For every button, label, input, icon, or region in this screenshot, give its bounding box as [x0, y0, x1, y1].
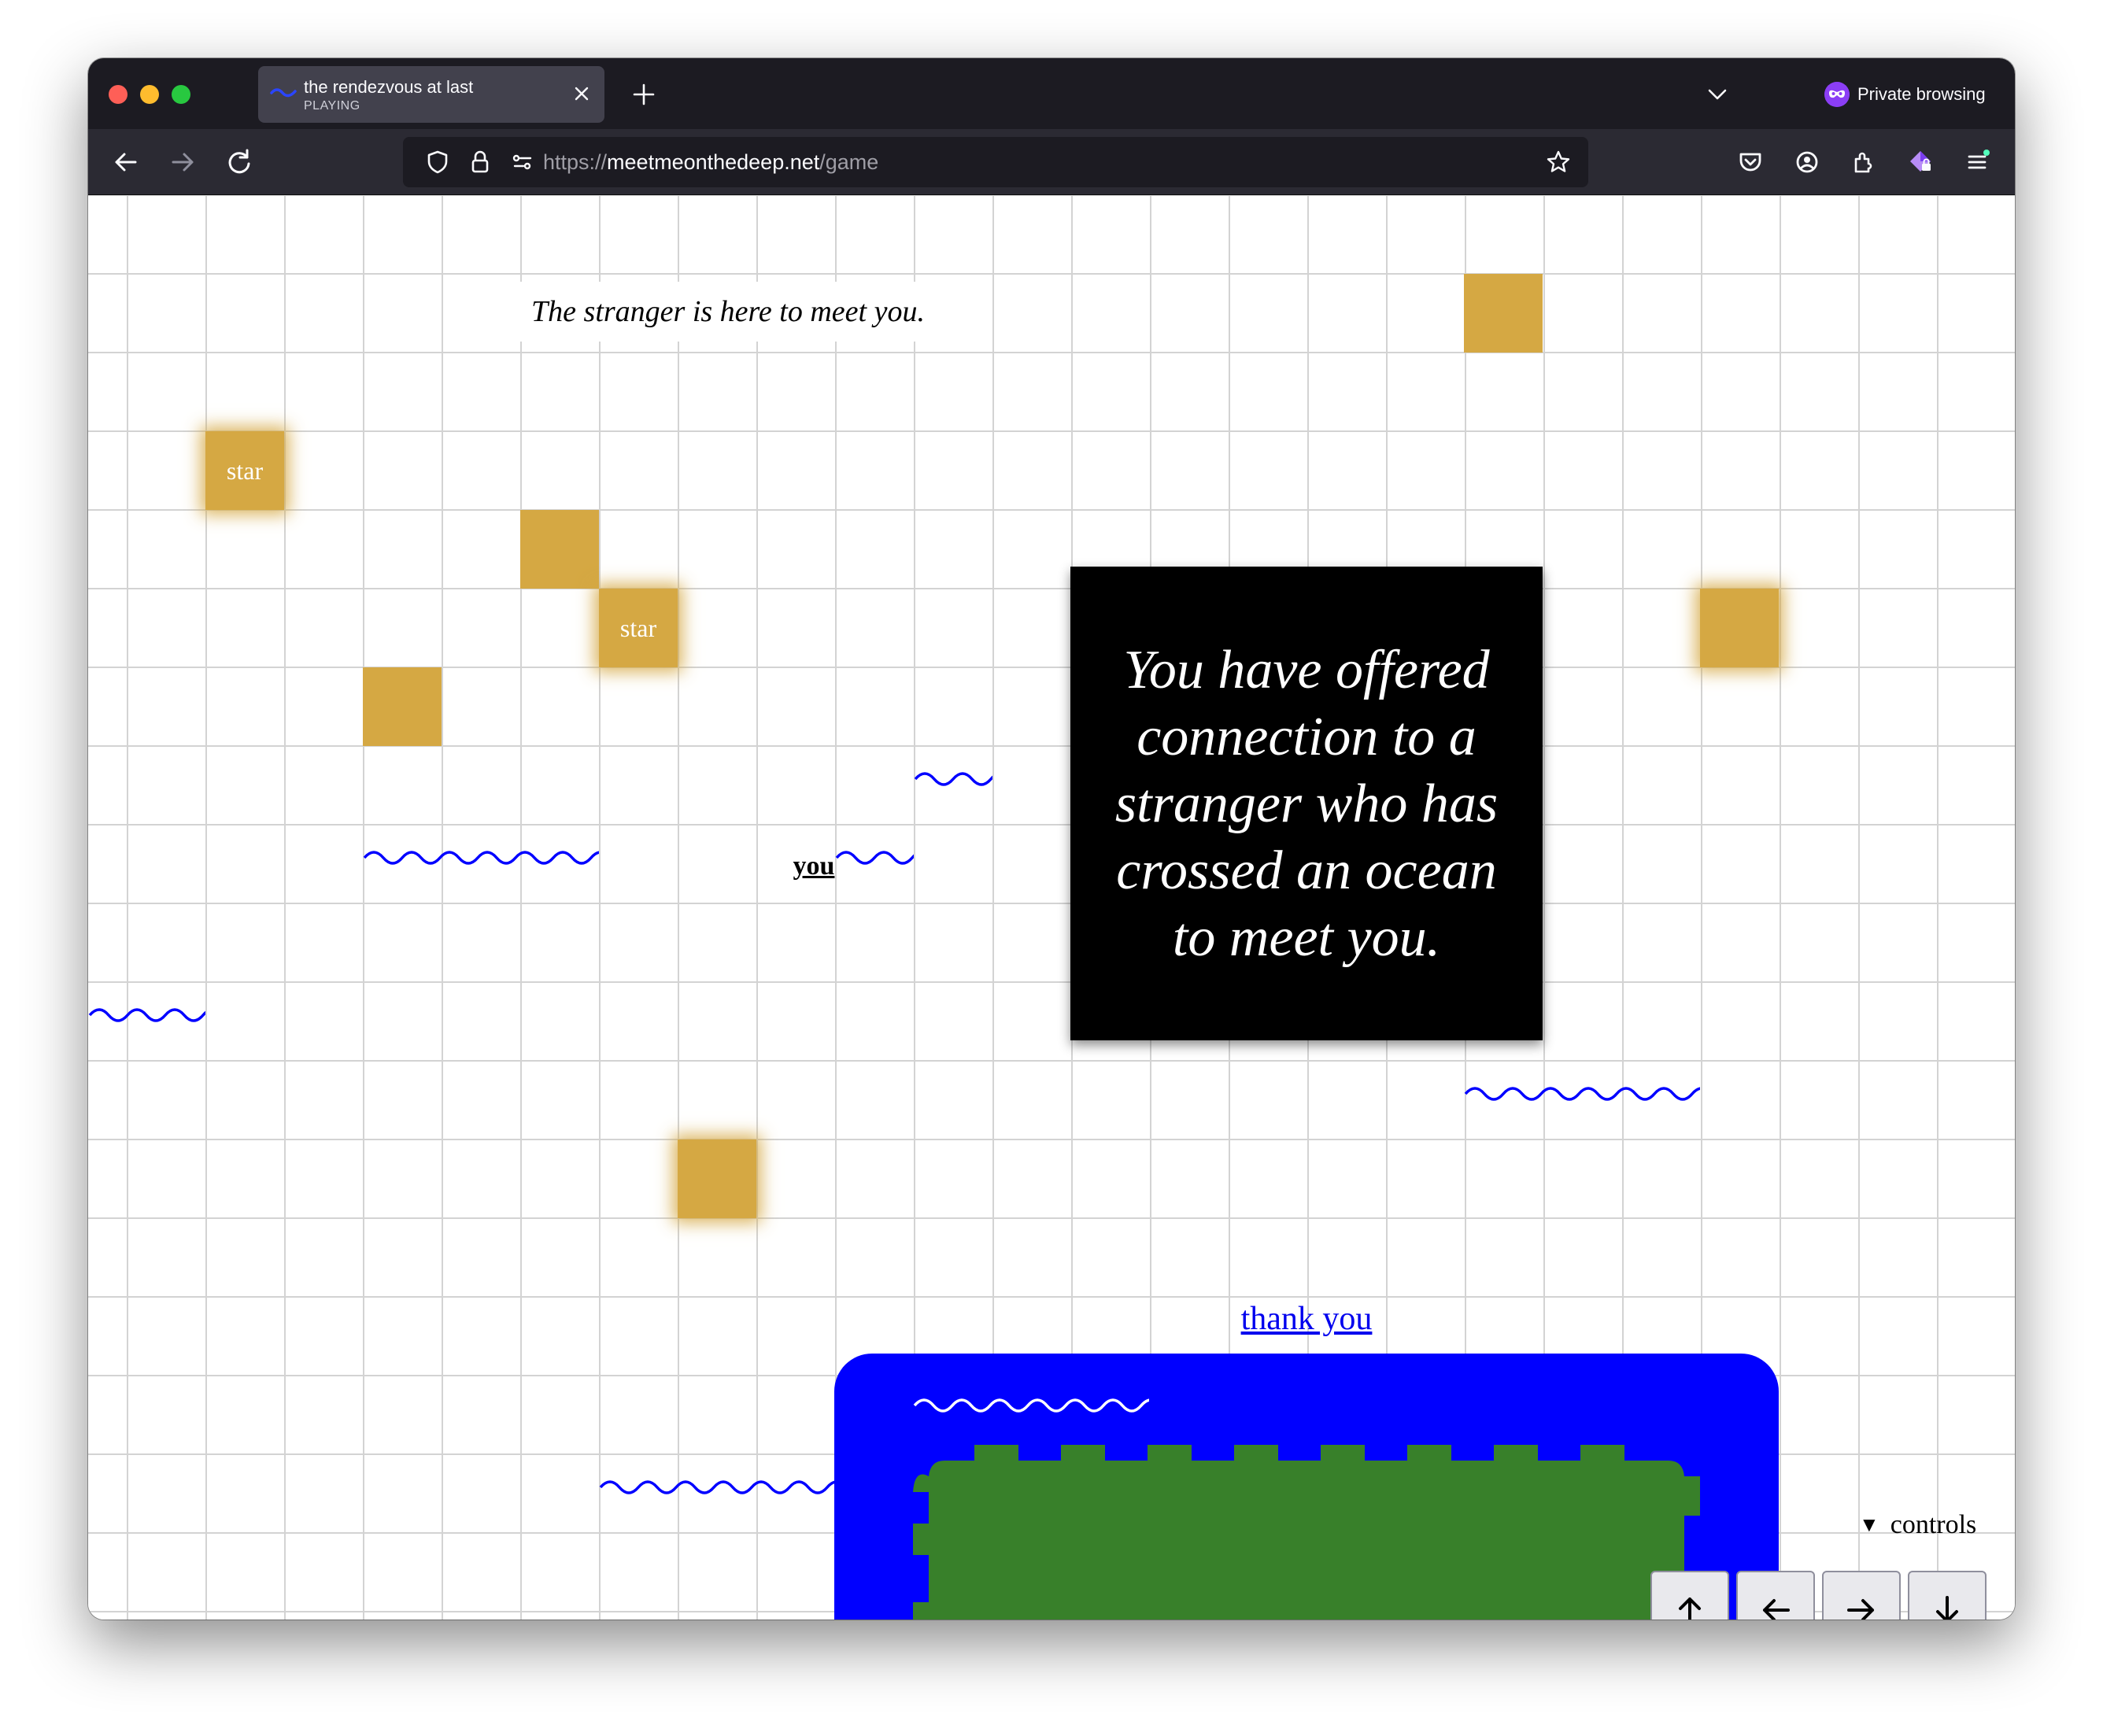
- dialog-text: You have offered connection to a strange…: [1114, 639, 1499, 968]
- url-bar[interactable]: https://meetmeonthedeep.net/game: [403, 137, 1588, 187]
- disclosure-triangle-icon: ▼: [1859, 1513, 1879, 1536]
- island-water: [834, 1354, 1779, 1620]
- menu-icon[interactable]: [1958, 143, 1996, 181]
- shield-icon[interactable]: [423, 148, 452, 176]
- url-text[interactable]: https://meetmeonthedeep.net/game: [543, 150, 878, 175]
- move-left-button[interactable]: [1736, 1571, 1815, 1620]
- move-up-button[interactable]: [1650, 1571, 1729, 1620]
- minimize-window-button[interactable]: [140, 85, 159, 104]
- star-label: star: [226, 456, 264, 485]
- back-arrow-icon[interactable]: [107, 143, 145, 181]
- close-tab-icon[interactable]: [571, 83, 592, 104]
- chevron-down-icon[interactable]: [1703, 80, 1732, 109]
- star-tile-labeled: star: [599, 589, 678, 667]
- player-you: you: [793, 851, 835, 881]
- ocean-wave: [363, 840, 599, 867]
- private-browsing-indicator: Private browsing: [1824, 80, 1986, 109]
- star-label: star: [619, 613, 657, 642]
- tab-active[interactable]: the rendezvous at last PLAYING: [258, 66, 604, 123]
- arrow-right-icon: [1847, 1599, 1874, 1620]
- private-mask-icon: [1824, 82, 1850, 107]
- star-tile: [520, 510, 599, 589]
- ocean-wave: [599, 1470, 835, 1497]
- star-tile-labeled: star: [205, 431, 284, 510]
- star-tile: [678, 1139, 756, 1218]
- controls-label: controls: [1890, 1510, 1977, 1539]
- tab-bar: the rendezvous at last PLAYING Private b…: [88, 58, 2015, 129]
- arrow-down-icon: [1936, 1596, 1958, 1620]
- new-tab-icon[interactable]: [628, 79, 660, 110]
- wave-favicon-icon: [270, 88, 297, 98]
- pocket-icon[interactable]: [1732, 143, 1769, 181]
- star-tile: [1464, 274, 1543, 353]
- star-tile: [363, 667, 442, 746]
- controls-toggle[interactable]: ▼ controls: [1859, 1508, 1976, 1542]
- zoom-window-button[interactable]: [172, 85, 190, 104]
- close-window-button[interactable]: [109, 85, 128, 104]
- private-browsing-label: Private browsing: [1857, 84, 1986, 104]
- move-right-button[interactable]: [1822, 1571, 1901, 1620]
- vpn-extension-icon[interactable]: [1902, 143, 1939, 181]
- move-down-button[interactable]: [1908, 1571, 1987, 1620]
- account-icon[interactable]: [1788, 143, 1826, 181]
- story-dialog: You have offered connection to a strange…: [1070, 567, 1543, 1040]
- bookmark-star-icon[interactable]: [1544, 148, 1573, 176]
- ocean-wave: [1464, 1077, 1700, 1103]
- ocean-wave: [914, 762, 992, 789]
- forward-arrow-icon[interactable]: [164, 143, 201, 181]
- extensions-icon[interactable]: [1845, 143, 1883, 181]
- lock-icon[interactable]: [466, 148, 494, 176]
- thank-you-link[interactable]: thank you: [1228, 1295, 1385, 1343]
- island-land: [913, 1445, 1700, 1620]
- stranger-message: The stranger is here to meet you.: [518, 282, 938, 342]
- arrow-up-icon: [1679, 1597, 1701, 1620]
- star-tile: [1700, 589, 1779, 667]
- permissions-icon[interactable]: [508, 148, 537, 176]
- tab-title: the rendezvous at last: [304, 77, 474, 97]
- browser-window: the rendezvous at last PLAYING Private b…: [88, 58, 2015, 1620]
- tab-playing-status: PLAYING: [304, 99, 360, 113]
- arrow-left-icon: [1763, 1599, 1790, 1620]
- reload-icon[interactable]: [220, 143, 258, 181]
- nav-toolbar: https://meetmeonthedeep.net/game: [88, 129, 2015, 195]
- ocean-wave: [913, 1388, 1149, 1415]
- game-board: The stranger is here to meet you. star s…: [88, 195, 2015, 1620]
- ocean-wave: [88, 998, 205, 1025]
